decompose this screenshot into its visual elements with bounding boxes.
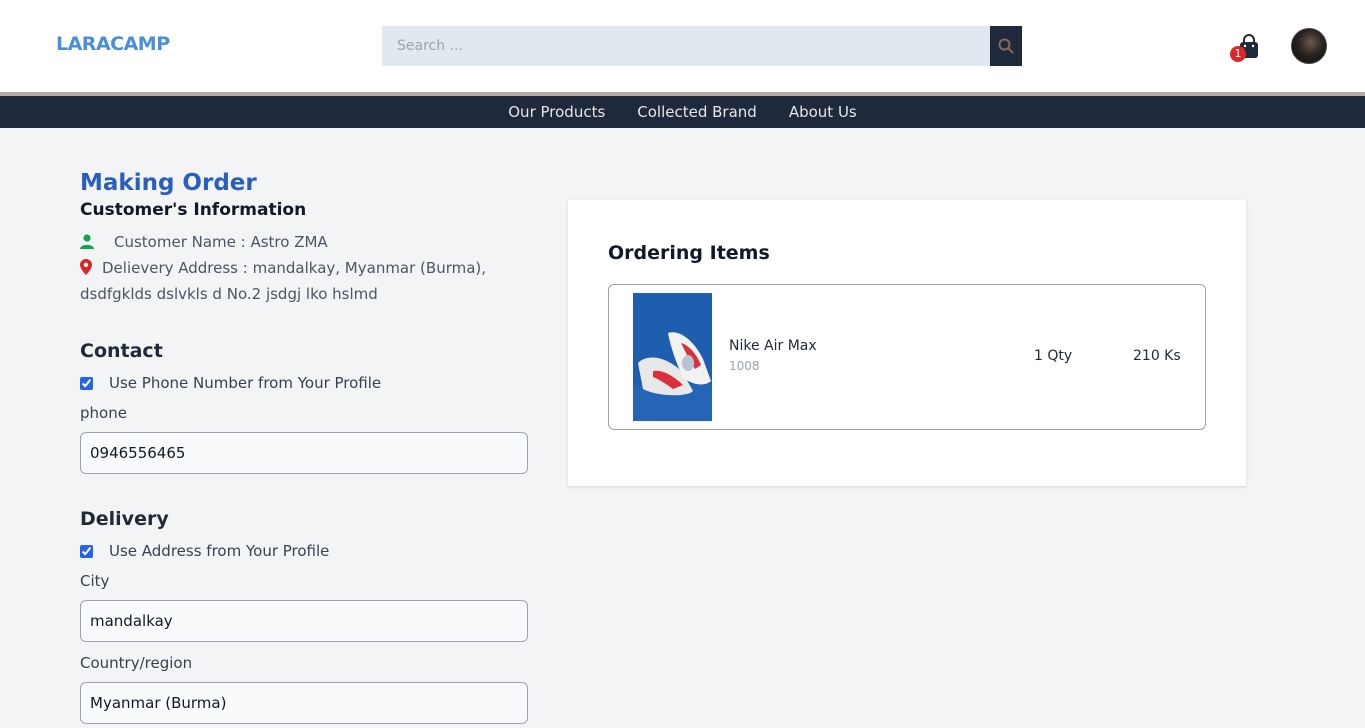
delivery-address-row: Delievery Address : mandalkay, Myanmar (… [80, 256, 540, 306]
main-nav: Our Products Collected Brand About Us [0, 96, 1365, 128]
product-quantity: 1 Qty [1034, 348, 1073, 364]
order-item: Nike Air Max 1008 1 Qty 210 Ks [608, 284, 1206, 430]
product-price: 210 Ks [1133, 348, 1181, 364]
delivery-address: Delievery Address : mandalkay, Myanmar (… [80, 259, 487, 303]
map-pin-icon [80, 258, 92, 282]
product-name: Nike Air Max [729, 338, 817, 354]
user-avatar[interactable] [1291, 28, 1327, 64]
product-image [633, 293, 712, 421]
nav-about-us[interactable]: About Us [789, 103, 857, 121]
brand-logo[interactable]: LARACAMP [56, 33, 170, 55]
use-profile-address-row[interactable]: Use Address from Your Profile [80, 542, 540, 560]
use-profile-phone-row[interactable]: Use Phone Number from Your Profile [80, 374, 540, 392]
customer-name-row: Customer Name : Astro ZMA [80, 230, 540, 256]
user-icon [80, 232, 94, 256]
search-bar [382, 26, 1022, 66]
nav-our-products[interactable]: Our Products [508, 103, 605, 121]
customer-info-heading: Customer's Information [80, 200, 307, 220]
country-label: Country/region [80, 654, 193, 672]
search-input[interactable] [382, 26, 990, 66]
top-header: LARACAMP 1 [0, 0, 1365, 92]
country-field[interactable] [80, 682, 528, 724]
ordering-items-card: Ordering Items Nike Air Max 1008 1 Qty 2… [568, 200, 1246, 486]
customer-name: Customer Name : Astro ZMA [114, 233, 328, 251]
use-profile-phone-label: Use Phone Number from Your Profile [109, 374, 382, 392]
ordering-items-heading: Ordering Items [608, 242, 770, 264]
use-profile-address-checkbox[interactable] [80, 544, 93, 558]
city-label: City [80, 572, 110, 590]
nav-collected-brand[interactable]: Collected Brand [637, 103, 757, 121]
contact-heading: Contact [80, 340, 163, 362]
search-icon [998, 38, 1014, 54]
cart-button[interactable]: 1 [1230, 32, 1262, 64]
city-field[interactable] [80, 600, 528, 642]
delivery-heading: Delivery [80, 508, 169, 530]
phone-label: phone [80, 404, 127, 422]
product-code: 1008 [729, 359, 760, 373]
use-profile-address-label: Use Address from Your Profile [109, 542, 330, 560]
use-profile-phone-checkbox[interactable] [80, 376, 93, 390]
cart-count-badge: 1 [1230, 46, 1246, 62]
order-form: Making Order Customer's Information Cust… [80, 170, 540, 724]
phone-field[interactable] [80, 432, 528, 474]
search-button[interactable] [990, 26, 1022, 66]
page-title: Making Order [80, 170, 257, 196]
